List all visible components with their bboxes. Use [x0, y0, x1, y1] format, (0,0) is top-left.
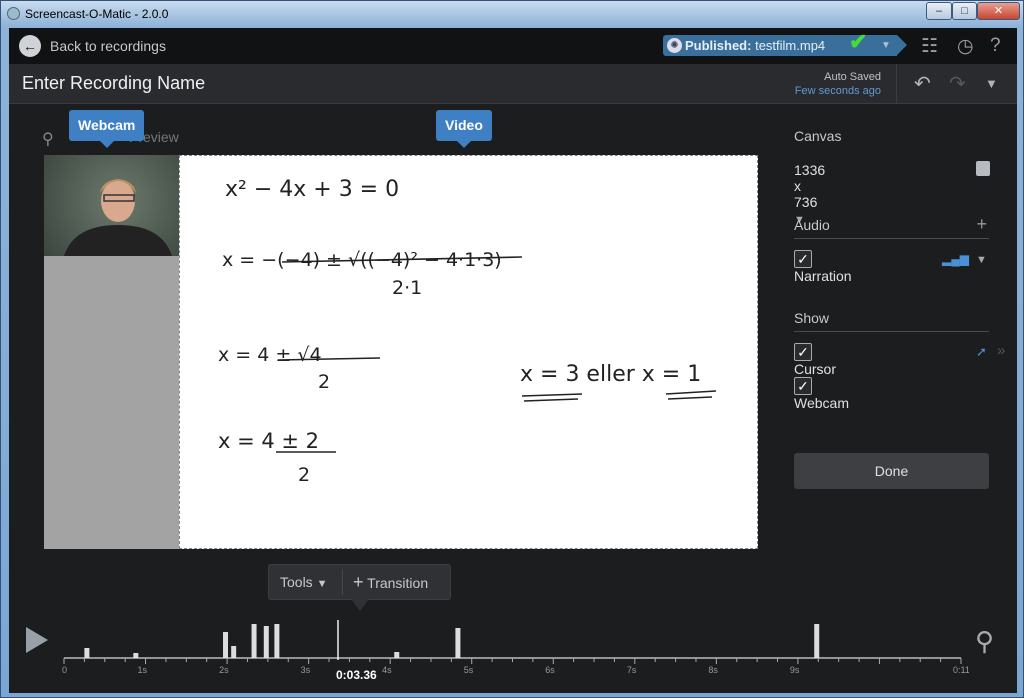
- waveform-peak: [84, 648, 90, 658]
- tools-label: Tools: [280, 574, 313, 590]
- back-arrow-icon[interactable]: ←: [19, 35, 41, 57]
- history-icon[interactable]: ◷: [957, 35, 974, 58]
- tick-label: 0:11: [953, 665, 969, 675]
- waveform-peak: [394, 652, 400, 658]
- add-audio-icon[interactable]: +: [976, 214, 987, 235]
- timeline[interactable]: 0 1s 2s 3s 4s 5s 6s 7s 8s 9s 0:11: [59, 618, 969, 678]
- tick-label: 4s: [382, 665, 392, 675]
- webcam-checkbox[interactable]: ✓Webcam: [794, 377, 849, 411]
- checkbox-icon[interactable]: ✓: [794, 343, 812, 362]
- current-time: 0:03.36: [336, 668, 377, 682]
- top-bar: ← Back to recordings ✺ Published: testfi…: [9, 28, 1017, 64]
- chevron-down-icon[interactable]: ▼: [976, 254, 987, 266]
- timeline-toolbar: Tools ▼ + Transition: [268, 564, 451, 611]
- redo-icon[interactable]: ↷: [949, 71, 966, 96]
- undo-icon[interactable]: ↶: [914, 71, 931, 96]
- show-title: Show: [794, 310, 989, 332]
- webcam-label: Webcam: [794, 395, 849, 412]
- audio-level-icon[interactable]: ▂▄▆: [942, 252, 969, 266]
- plus-icon: +: [353, 572, 364, 592]
- waveform-peak: [251, 624, 257, 658]
- waveform-peak: [231, 646, 237, 658]
- answer-line: x = 3 eller x = 1: [520, 362, 701, 387]
- webcam-video: [44, 155, 179, 256]
- narration-checkbox[interactable]: ✓Narration: [794, 250, 852, 284]
- waveform-peak: [263, 626, 269, 658]
- auto-save-status: Auto Saved Few seconds ago: [795, 70, 881, 98]
- tick-label: 8s: [708, 665, 718, 675]
- editor: ← Back to recordings ✺ Published: testfi…: [9, 28, 1017, 693]
- published-file: testfilm.mp4: [755, 38, 826, 53]
- check-icon: ✔: [849, 29, 868, 54]
- tick-label: 1s: [138, 665, 148, 675]
- equation-line: 2: [298, 464, 310, 486]
- chevron-down-icon: ▼: [881, 40, 891, 51]
- back-to-recordings-link[interactable]: Back to recordings: [50, 38, 166, 54]
- canvas-color-swatch[interactable]: [976, 161, 990, 176]
- waveform-peak: [133, 653, 139, 658]
- header: Enter Recording Name Auto Saved Few seco…: [9, 64, 1017, 104]
- equation-line: 2: [318, 371, 330, 393]
- waveform-peak: [274, 624, 280, 658]
- tick-label: 2s: [219, 665, 229, 675]
- done-button[interactable]: Done: [794, 453, 989, 489]
- canvas-size: 1336 x 736: [794, 162, 826, 210]
- app-window: Screencast-O-Matic - 2.0.0 – □ ✕ ← Back …: [0, 0, 1024, 698]
- menu-chevron-icon[interactable]: ▼: [985, 76, 998, 91]
- app-icon: [7, 7, 20, 20]
- audio-title-text: Audio: [794, 217, 830, 233]
- recording-name-input[interactable]: Enter Recording Name: [22, 73, 205, 94]
- tools-dropdown[interactable]: Tools ▼: [280, 565, 327, 601]
- search-icon: ⚲: [42, 131, 54, 148]
- published-label: Published:: [685, 38, 752, 53]
- checkbox-icon[interactable]: ✓: [794, 377, 812, 396]
- checklist-icon[interactable]: ☷: [921, 35, 938, 58]
- audio-title: Audio +: [794, 214, 989, 239]
- canvas-stage: x² − 4x + 3 = 0 x = −(−4) ± √((−4)² − 4·…: [44, 155, 758, 549]
- webcam-overlay[interactable]: [44, 155, 179, 549]
- transition-label: Transition: [367, 575, 429, 591]
- cursor-checkbox[interactable]: ✓Cursor: [794, 343, 836, 377]
- saved-time: Few seconds ago: [794, 85, 881, 97]
- waveform-peak: [814, 624, 820, 658]
- zoom-icon[interactable]: ⚲: [975, 626, 994, 657]
- tick-label: 0: [62, 665, 67, 675]
- narration-label: Narration: [794, 268, 852, 285]
- window-title: Screencast-O-Matic - 2.0.0: [25, 7, 169, 21]
- tick-label: 3s: [301, 665, 311, 675]
- divider: [342, 569, 343, 595]
- play-button[interactable]: [26, 627, 48, 653]
- chevron-down-icon: ▼: [316, 578, 328, 590]
- maximize-button[interactable]: □: [952, 2, 977, 20]
- video-canvas[interactable]: x² − 4x + 3 = 0 x = −(−4) ± √((−4)² − 4·…: [179, 155, 758, 549]
- cursor-icon[interactable]: ➚: [976, 344, 987, 360]
- tick-label: 7s: [627, 665, 637, 675]
- minimize-button[interactable]: –: [926, 2, 952, 20]
- add-transition-button[interactable]: + Transition: [353, 565, 428, 600]
- tick-label: 6s: [545, 665, 555, 675]
- cursor-label: Cursor: [794, 361, 837, 378]
- divider: [896, 64, 897, 104]
- tick-label: 9s: [790, 665, 800, 675]
- equation-line: x² − 4x + 3 = 0: [225, 177, 399, 202]
- tick-label: 5s: [464, 665, 474, 675]
- auto-saved-label: Auto Saved: [824, 71, 881, 83]
- video-tooltip: Video: [436, 110, 492, 148]
- equation-line: x = 4 ± 2: [218, 429, 319, 453]
- checkbox-icon[interactable]: ✓: [794, 250, 812, 269]
- waveform-peak: [455, 628, 461, 658]
- equation-line: x = 4 ± √4: [218, 344, 322, 366]
- film-reel-icon: ✺: [667, 38, 682, 53]
- equation-line: 2·1: [392, 277, 422, 299]
- close-button[interactable]: ✕: [977, 2, 1020, 20]
- person-image: [64, 179, 172, 256]
- published-dropdown[interactable]: ✺ Published: testfilm.mp4 ✔ ▼: [663, 31, 907, 56]
- webcam-tooltip: Webcam: [69, 110, 145, 148]
- help-icon[interactable]: ?: [990, 35, 1001, 57]
- handwriting: x² − 4x + 3 = 0 x = −(−4) ± √((−4)² − 4·…: [218, 177, 717, 486]
- waveform-peak: [223, 632, 229, 658]
- canvas-title: Canvas: [794, 128, 842, 144]
- expand-icon[interactable]: »: [997, 342, 1005, 359]
